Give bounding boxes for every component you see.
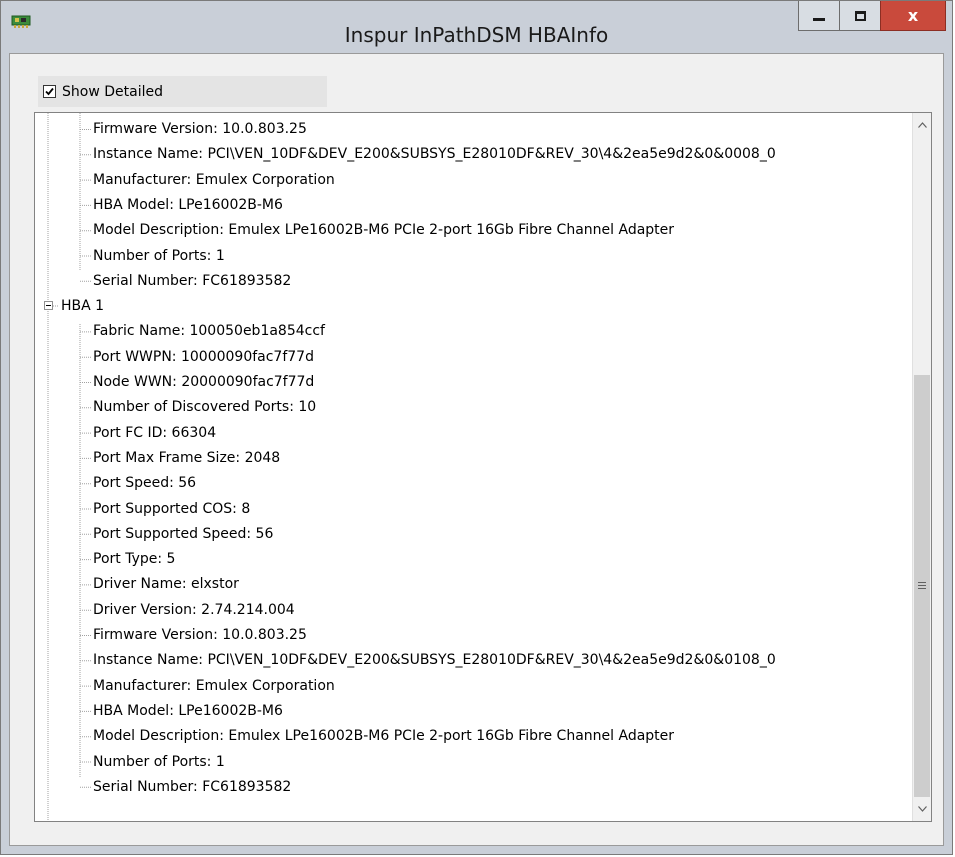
tree-node-property[interactable]: Model Description: Emulex LPe16002B-M6 P… — [93, 218, 674, 243]
hba1-collapse-toggle[interactable] — [44, 301, 53, 310]
scroll-up-button[interactable] — [913, 115, 931, 135]
tree-node-property[interactable]: Node WWN: 20000090fac7f77d — [93, 370, 314, 395]
tree-node-property[interactable]: Port Supported COS: 8 — [93, 497, 250, 522]
show-detailed-label[interactable]: Show Detailed — [62, 84, 163, 100]
tree-node-hba-1[interactable]: HBA 1 — [61, 294, 104, 319]
tree-node-property[interactable]: Port Type: 5 — [93, 547, 175, 572]
tree-node-property[interactable]: Port Max Frame Size: 2048 — [93, 446, 280, 471]
tree-node-property[interactable]: Firmware Version: 10.0.803.25 — [93, 623, 307, 648]
show-detailed-option[interactable]: Show Detailed — [38, 76, 327, 107]
minimize-icon — [813, 18, 825, 21]
tree-node-property[interactable]: Number of Ports: 1 — [93, 244, 225, 269]
tree-node-property[interactable]: Port FC ID: 66304 — [93, 421, 216, 446]
tree-node-property[interactable]: Model Description: Emulex LPe16002B-M6 P… — [93, 724, 674, 749]
tree-node-property[interactable]: Manufacturer: Emulex Corporation — [93, 168, 335, 193]
hba-tree-view[interactable]: Firmware Version: 10.0.803.25 Instance Na… — [34, 112, 932, 822]
tree-node-property[interactable]: Driver Version: 2.74.214.004 — [93, 598, 295, 623]
tree-node-property[interactable]: Driver Name: elxstor — [93, 572, 239, 597]
tree-node-property[interactable]: Firmware Version: 10.0.803.25 — [93, 117, 307, 142]
scroll-grip-icon — [918, 582, 926, 591]
scrollbar-thumb[interactable] — [914, 375, 930, 797]
scroll-down-button[interactable] — [913, 799, 931, 819]
maximize-button[interactable] — [839, 1, 881, 31]
tree-node-property[interactable]: HBA Model: LPe16002B-M6 — [93, 699, 283, 724]
tree-node-property[interactable]: Port Speed: 56 — [93, 471, 196, 496]
vertical-scrollbar[interactable] — [912, 113, 931, 821]
maximize-icon — [854, 10, 866, 21]
tree-node-property[interactable]: Instance Name: PCI\VEN_10DF&DEV_E200&SUB… — [93, 648, 776, 673]
tree-node-property[interactable]: Number of Ports: 1 — [93, 750, 225, 775]
tree-node-property[interactable]: Port Supported Speed: 56 — [93, 522, 273, 547]
tree-node-property[interactable]: Serial Number: FC61893582 — [93, 775, 291, 800]
chevron-down-icon — [917, 806, 927, 812]
tree-node-property[interactable]: Fabric Name: 100050eb1a854ccf — [93, 319, 325, 344]
tree-node-property[interactable]: Instance Name: PCI\VEN_10DF&DEV_E200&SUB… — [93, 142, 776, 167]
tree-node-property[interactable]: Port WWPN: 10000090fac7f77d — [93, 345, 314, 370]
minimize-button[interactable] — [798, 1, 840, 31]
hbainfo-window: Inspur InPathDSM HBAInfo x Show Detailed — [0, 0, 953, 855]
checkmark-icon — [45, 87, 54, 96]
chevron-up-icon — [917, 122, 927, 128]
close-button[interactable]: x — [880, 1, 946, 31]
client-area: Show Detailed Firmware Version: 10.0.803… — [9, 53, 944, 846]
close-icon: x — [907, 5, 919, 25]
tree-node-property[interactable]: Number of Discovered Ports: 10 — [93, 395, 316, 420]
tree-node-property[interactable]: Serial Number: FC61893582 — [93, 269, 291, 294]
title-bar[interactable]: Inspur InPathDSM HBAInfo x — [1, 1, 952, 53]
tree-node-property[interactable]: Manufacturer: Emulex Corporation — [93, 674, 335, 699]
show-detailed-checkbox[interactable] — [43, 85, 56, 98]
tree-node-property[interactable]: HBA Model: LPe16002B-M6 — [93, 193, 283, 218]
